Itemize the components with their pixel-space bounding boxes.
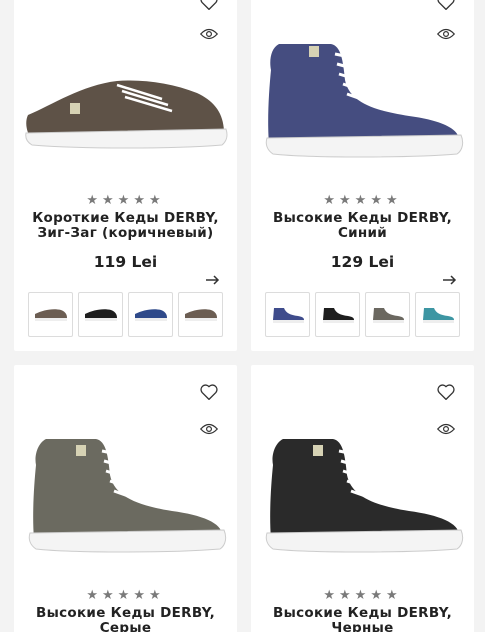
product-image[interactable] <box>22 435 232 565</box>
heart-icon[interactable] <box>436 382 456 402</box>
product-card[interactable]: ★★★★★ Короткие Кеды DERBY, Зиг-Заг (кори… <box>14 0 237 351</box>
variant-thumbnail[interactable] <box>78 292 123 337</box>
variant-thumbnail[interactable] <box>315 292 360 337</box>
heart-icon[interactable] <box>199 382 219 402</box>
variant-thumbnail[interactable] <box>415 292 460 337</box>
eye-icon[interactable] <box>200 422 218 436</box>
variant-thumbnail[interactable] <box>128 292 173 337</box>
rating-stars: ★★★★★ <box>86 193 165 208</box>
product-image[interactable] <box>259 435 469 565</box>
product-title[interactable]: Высокие Кеды DERBY, Синий <box>257 211 468 241</box>
eye-icon[interactable] <box>437 422 455 436</box>
product-title[interactable]: Высокие Кеды DERBY, Черные <box>257 606 468 632</box>
product-image[interactable] <box>22 75 232 170</box>
product-card[interactable]: ★★★★★ Высокие Кеды DERBY, Серые <box>14 365 237 632</box>
variant-thumbnail[interactable] <box>265 292 310 337</box>
rating-stars: ★★★★★ <box>323 193 402 208</box>
rating-stars: ★★★★★ <box>86 588 165 603</box>
product-image[interactable] <box>259 40 469 170</box>
product-card[interactable]: ★★★★★ Высокие Кеды DERBY, Черные <box>251 365 474 632</box>
variant-thumbnail[interactable] <box>28 292 73 337</box>
rating-stars: ★★★★★ <box>323 588 402 603</box>
product-price: 119 Lei <box>93 253 158 271</box>
color-variants <box>265 292 460 337</box>
variant-thumbnail[interactable] <box>178 292 223 337</box>
product-title[interactable]: Высокие Кеды DERBY, Серые <box>20 606 231 632</box>
heart-icon[interactable] <box>199 0 219 12</box>
variant-thumbnail[interactable] <box>365 292 410 337</box>
heart-icon[interactable] <box>436 0 456 12</box>
arrow-right-icon[interactable] <box>443 275 457 285</box>
product-title[interactable]: Короткие Кеды DERBY, Зиг-Заг (коричневый… <box>20 211 231 241</box>
arrow-right-icon[interactable] <box>206 275 220 285</box>
product-card[interactable]: ★★★★★ Высокие Кеды DERBY, Синий 129 Lei <box>251 0 474 351</box>
color-variants <box>28 292 223 337</box>
eye-icon[interactable] <box>437 27 455 41</box>
eye-icon[interactable] <box>200 27 218 41</box>
product-price: 129 Lei <box>330 253 395 271</box>
